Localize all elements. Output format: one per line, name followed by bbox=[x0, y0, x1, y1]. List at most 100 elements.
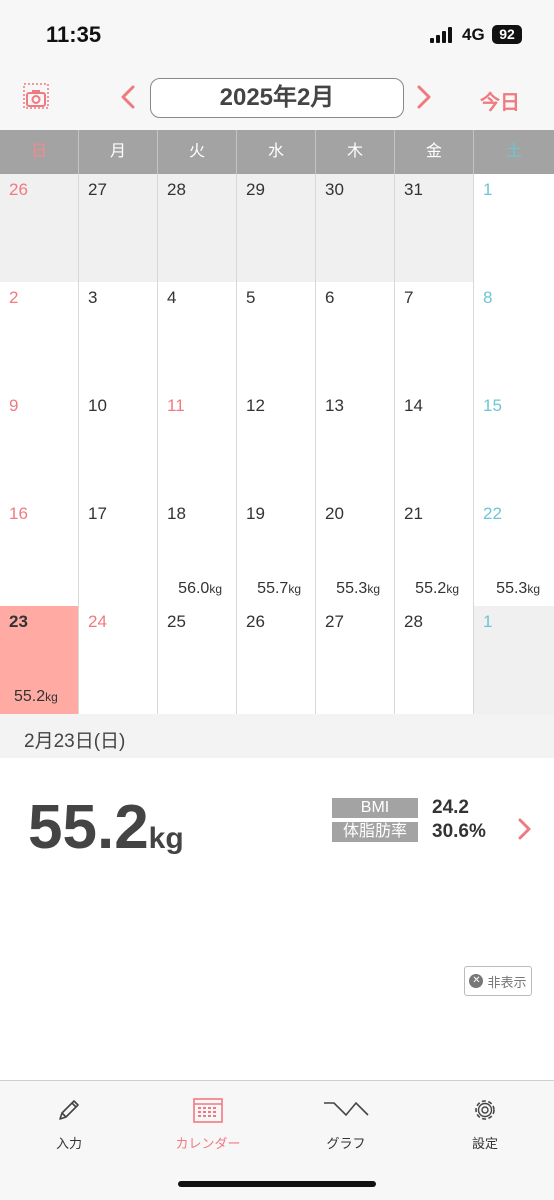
day-number: 4 bbox=[167, 288, 177, 307]
day-number: 9 bbox=[9, 396, 19, 415]
photo-capture-icon[interactable] bbox=[22, 82, 50, 110]
calendar-day-cell[interactable]: 8 bbox=[474, 282, 554, 390]
calendar-day-cell[interactable]: 17 bbox=[79, 498, 158, 606]
tab-graph[interactable]: グラフ bbox=[296, 1095, 396, 1155]
day-number: 18 bbox=[167, 504, 186, 523]
detail-chevron-icon[interactable] bbox=[516, 816, 534, 842]
tab-settings-label: 設定 bbox=[471, 1136, 498, 1151]
calendar-day-cell[interactable]: 19 55.7kg bbox=[237, 498, 316, 606]
day-number: 1 bbox=[483, 180, 493, 199]
calendar-week-row: 26 27 28 29 30 31 1 bbox=[0, 174, 554, 282]
weight-unit: kg bbox=[148, 822, 184, 855]
detail-panel: 55.2kg BMI 24.2 体脂肪率 30.6% ✕ 非表示 bbox=[0, 758, 554, 1080]
calendar-day-cell[interactable]: 10 bbox=[79, 390, 158, 498]
calendar-day-cell[interactable]: 22 55.3kg bbox=[474, 498, 554, 606]
day-number: 22 bbox=[483, 504, 502, 523]
calendar-day-cell[interactable]: 20 55.3kg bbox=[316, 498, 395, 606]
close-icon: ✕ bbox=[469, 974, 484, 988]
day-number: 5 bbox=[246, 288, 256, 307]
day-number: 26 bbox=[9, 180, 28, 199]
day-weight-unit: kg bbox=[45, 690, 58, 704]
day-weight-value: 55.2 bbox=[14, 688, 46, 705]
calendar-week-row: 2 3 4 5 6 7 8 bbox=[0, 282, 554, 390]
day-number: 2 bbox=[9, 288, 19, 307]
day-number: 25 bbox=[167, 612, 186, 631]
calendar-day-cell[interactable]: 28 bbox=[158, 174, 237, 282]
day-number: 3 bbox=[88, 288, 98, 307]
calendar-day-cell[interactable]: 12 bbox=[237, 390, 316, 498]
calendar-day-cell[interactable]: 21 55.2kg bbox=[395, 498, 474, 606]
day-number: 28 bbox=[167, 180, 186, 199]
weekday-label: 木 bbox=[316, 130, 395, 174]
calendar-day-cell[interactable]: 26 bbox=[237, 606, 316, 714]
calendar-day-cell[interactable]: 1 bbox=[474, 174, 554, 282]
next-month-button[interactable] bbox=[414, 82, 434, 112]
calendar-day-cell[interactable]: 7 bbox=[395, 282, 474, 390]
weekday-label: 金 bbox=[395, 130, 474, 174]
day-number: 24 bbox=[88, 612, 107, 631]
calendar-day-cell[interactable]: 23 55.2kg bbox=[0, 606, 79, 714]
calendar-day-cell[interactable]: 24 bbox=[79, 606, 158, 714]
calendar-day-cell[interactable]: 26 bbox=[0, 174, 79, 282]
today-button[interactable]: 今日 bbox=[480, 86, 520, 115]
calendar-day-cell[interactable]: 14 bbox=[395, 390, 474, 498]
calendar-day-cell[interactable]: 31 bbox=[395, 174, 474, 282]
prev-month-button[interactable] bbox=[118, 82, 138, 112]
day-weight: 55.3kg bbox=[496, 580, 540, 598]
calendar-day-cell[interactable]: 18 56.0kg bbox=[158, 498, 237, 606]
day-number: 15 bbox=[483, 396, 502, 415]
tab-input[interactable]: 入力 bbox=[19, 1095, 119, 1155]
day-number: 29 bbox=[246, 180, 265, 199]
calendar-day-cell[interactable]: 15 bbox=[474, 390, 554, 498]
calendar-day-cell[interactable]: 30 bbox=[316, 174, 395, 282]
day-number: 7 bbox=[404, 288, 414, 307]
signal-icon bbox=[430, 27, 452, 43]
calendar-week-row: 16 17 18 56.0kg 19 55.7kg 20 55.3kg 21 55.2kg 22 55… bbox=[0, 498, 554, 606]
tab-settings[interactable]: 設定 bbox=[435, 1095, 535, 1155]
calendar-day-cell[interactable]: 3 bbox=[79, 282, 158, 390]
month-title[interactable]: 2025年2月 bbox=[150, 78, 404, 118]
calendar-grid: 26 27 28 29 30 31 1 2 3 4 5 6 7 8 9 10 11 12 13 14 15 16 17 18 5… bbox=[0, 174, 554, 714]
calendar-day-cell[interactable]: 2 bbox=[0, 282, 79, 390]
weight-value: 55.2 bbox=[28, 793, 149, 862]
day-number: 28 bbox=[404, 612, 423, 631]
selected-date-label: 2月23日(日) bbox=[24, 731, 126, 752]
tab-calendar[interactable]: カレンダー bbox=[158, 1095, 258, 1155]
day-number: 12 bbox=[246, 396, 265, 415]
body-fat-value: 30.6% bbox=[432, 821, 486, 842]
day-number: 19 bbox=[246, 504, 265, 523]
calendar-day-cell[interactable]: 1 bbox=[474, 606, 554, 714]
hide-button[interactable]: ✕ 非表示 bbox=[464, 966, 532, 996]
calendar-icon bbox=[193, 1098, 223, 1123]
day-number: 26 bbox=[246, 612, 265, 631]
calendar-day-cell[interactable]: 6 bbox=[316, 282, 395, 390]
calendar-day-cell[interactable]: 16 bbox=[0, 498, 79, 606]
status-time: 11:35 bbox=[46, 22, 102, 47]
calendar-day-cell[interactable]: 25 bbox=[158, 606, 237, 714]
day-number: 10 bbox=[88, 396, 107, 415]
calendar-day-cell[interactable]: 11 bbox=[158, 390, 237, 498]
calendar-day-cell[interactable]: 4 bbox=[158, 282, 237, 390]
day-number: 31 bbox=[404, 180, 423, 199]
calendar-day-cell[interactable]: 29 bbox=[237, 174, 316, 282]
weekday-label: 土 bbox=[505, 143, 522, 160]
tab-bar: 入力 カレンダー グラフ 設定 bbox=[0, 1080, 554, 1200]
pencil-icon bbox=[59, 1100, 79, 1120]
day-number: 27 bbox=[88, 180, 107, 199]
day-number: 8 bbox=[483, 288, 493, 307]
day-number: 13 bbox=[325, 396, 344, 415]
calendar-day-cell[interactable]: 5 bbox=[237, 282, 316, 390]
calendar-day-cell[interactable]: 27 bbox=[316, 606, 395, 714]
status-bar: 11:35 4G 92 bbox=[0, 0, 554, 70]
calendar-day-cell[interactable]: 27 bbox=[79, 174, 158, 282]
weight-display: 55.2kg bbox=[28, 792, 184, 863]
weekday-label: 月 bbox=[79, 130, 158, 174]
day-weight: 55.7kg bbox=[257, 580, 301, 598]
home-indicator bbox=[178, 1181, 376, 1187]
day-number: 27 bbox=[325, 612, 344, 631]
day-number: 23 bbox=[9, 612, 28, 631]
calendar-day-cell[interactable]: 28 bbox=[395, 606, 474, 714]
calendar-day-cell[interactable]: 13 bbox=[316, 390, 395, 498]
weekday-label: 水 bbox=[237, 130, 316, 174]
calendar-day-cell[interactable]: 9 bbox=[0, 390, 79, 498]
